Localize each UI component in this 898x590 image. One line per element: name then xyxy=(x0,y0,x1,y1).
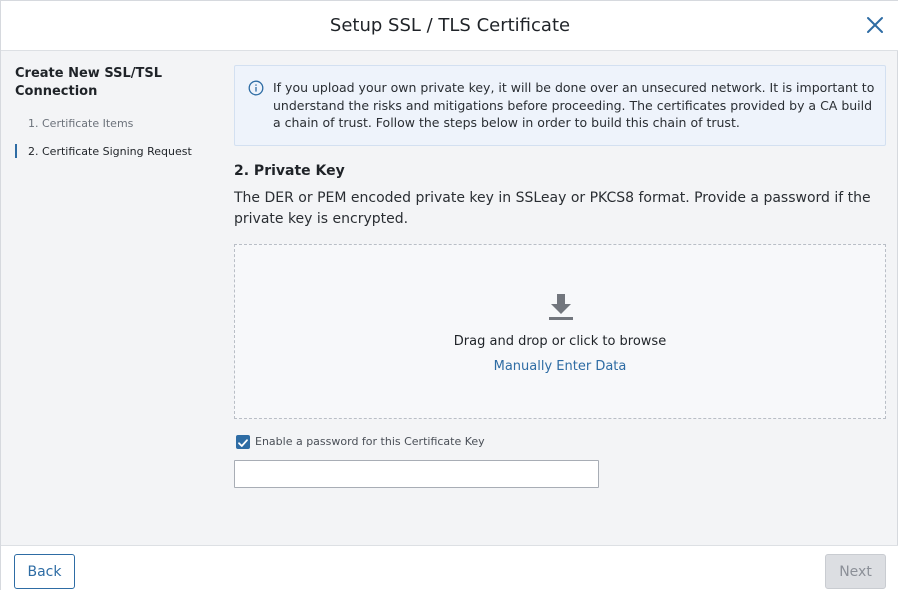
info-banner: If you upload your own private key, it w… xyxy=(234,65,886,146)
ssl-setup-dialog: Setup SSL / TLS Certificate Create New S… xyxy=(0,0,898,590)
back-button[interactable]: Back xyxy=(14,554,75,589)
checkmark-icon xyxy=(238,439,248,447)
dialog-title: Setup SSL / TLS Certificate xyxy=(329,15,571,36)
dialog-footer: Back Next xyxy=(1,545,898,590)
wizard-steps: 1. Certificate Items 2. Certificate Sign… xyxy=(15,113,215,169)
password-checkbox-row: Enable a password for this Certificate K… xyxy=(234,435,886,451)
section-title: 2. Private Key xyxy=(234,163,345,179)
sidebar-title: Create New SSL/TSL Connection xyxy=(15,66,163,99)
close-button[interactable] xyxy=(865,15,885,35)
info-text: If you upload your own private key, it w… xyxy=(273,80,875,130)
password-input[interactable] xyxy=(234,460,599,488)
section-description: The DER or PEM encoded private key in SS… xyxy=(234,190,871,227)
step-certificate-items[interactable]: 1. Certificate Items xyxy=(15,113,215,141)
dialog-header: Setup SSL / TLS Certificate xyxy=(1,1,898,51)
main-content: If you upload your own private key, it w… xyxy=(234,65,886,488)
manually-enter-data-link[interactable]: Manually Enter Data xyxy=(235,359,885,374)
step-certificate-signing-request[interactable]: 2. Certificate Signing Request xyxy=(15,141,215,169)
info-icon xyxy=(248,80,264,96)
dropzone-text: Drag and drop or click to browse xyxy=(453,334,667,349)
wizard-sidebar: Create New SSL/TSL Connection 1. Certifi… xyxy=(1,51,221,545)
file-dropzone[interactable]: Drag and drop or click to browse Manuall… xyxy=(234,244,886,419)
enable-password-label: Enable a password for this Certificate K… xyxy=(255,435,485,448)
enable-password-checkbox[interactable] xyxy=(236,435,250,449)
next-button[interactable]: Next xyxy=(825,554,886,589)
close-icon xyxy=(867,17,883,33)
download-icon xyxy=(549,294,573,320)
